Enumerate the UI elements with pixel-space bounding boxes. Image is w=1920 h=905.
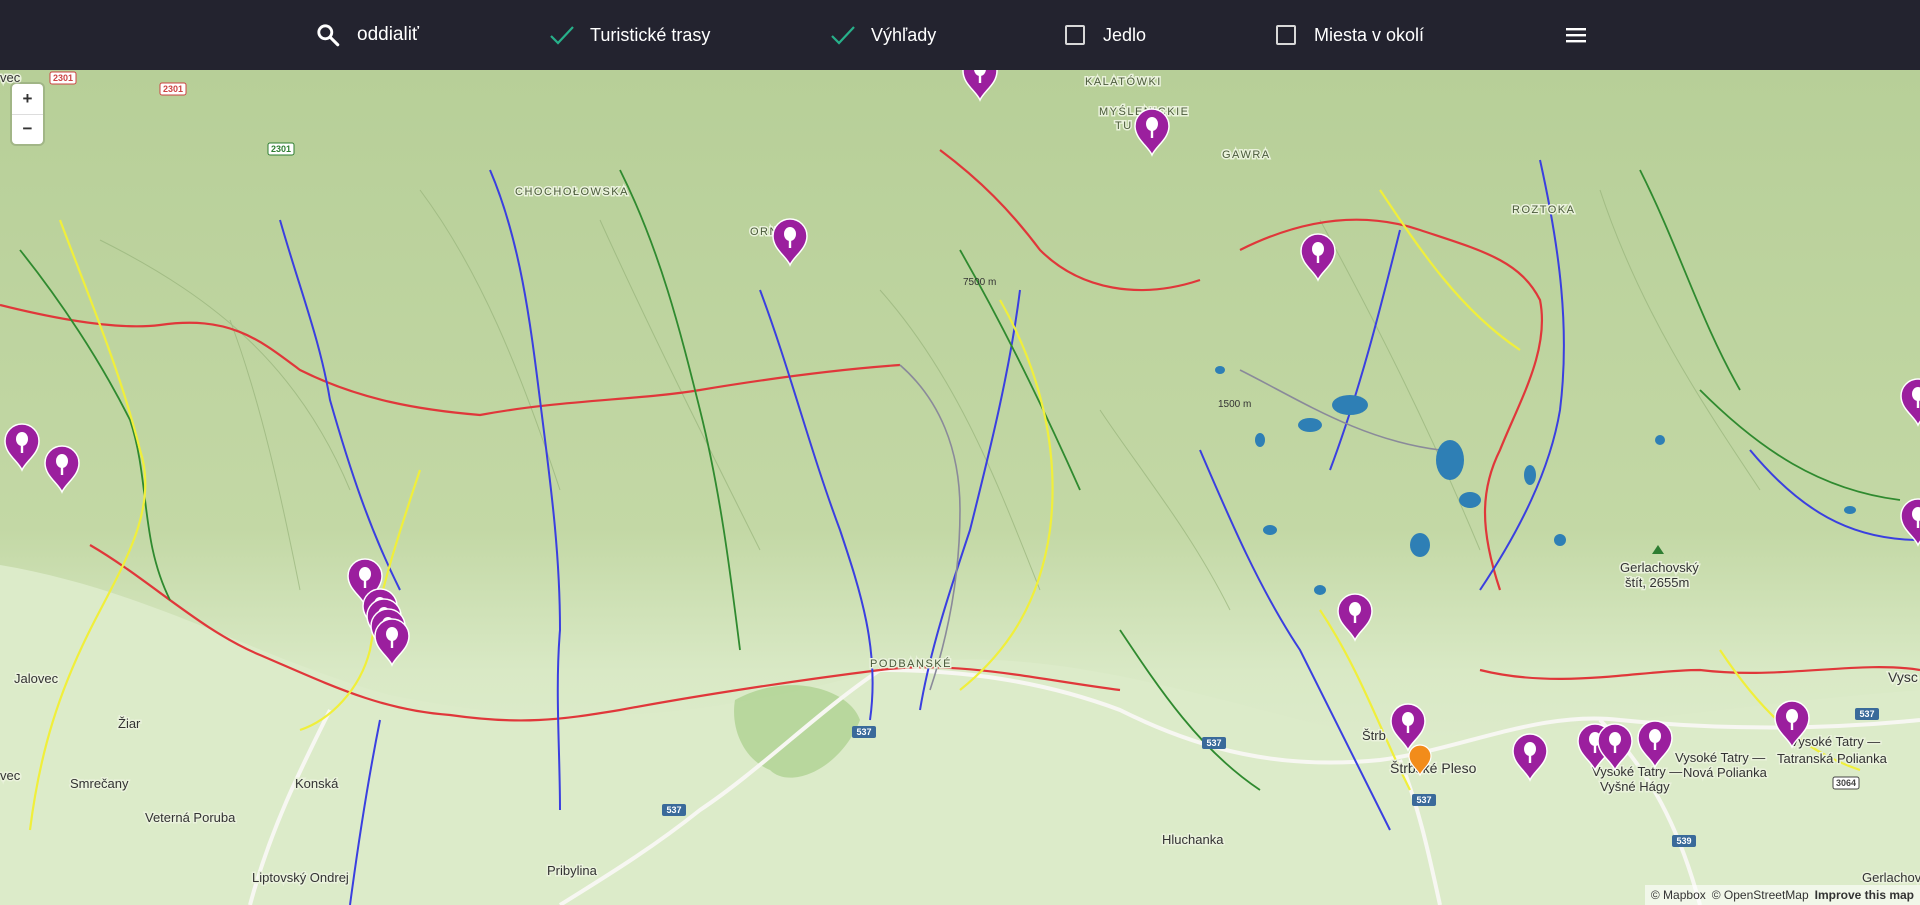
road-shield: 537 bbox=[852, 726, 876, 738]
svg-text:537: 537 bbox=[666, 805, 681, 815]
place-label: Nová Polianka bbox=[1683, 765, 1768, 780]
place-label: Gerlachovský bbox=[1620, 560, 1699, 575]
place-label: Jalovec bbox=[14, 671, 59, 686]
road-shield: 537 bbox=[662, 804, 686, 816]
svg-text:539: 539 bbox=[1676, 836, 1691, 846]
zoom-out-button[interactable]: − bbox=[12, 113, 43, 145]
improve-map-link[interactable]: Improve this map bbox=[1815, 888, 1914, 902]
road-shield: 537 bbox=[1855, 708, 1879, 720]
elevation-label: 7500 m bbox=[963, 277, 996, 288]
place-label: Smrečany bbox=[70, 776, 129, 791]
place-label: Veterná Poruba bbox=[145, 810, 236, 825]
place-label: TU bbox=[1115, 120, 1133, 132]
svg-text:3064: 3064 bbox=[1836, 778, 1856, 788]
place-label: vec bbox=[0, 768, 21, 783]
svg-text:537: 537 bbox=[856, 727, 871, 737]
menu-button[interactable] bbox=[1564, 0, 1588, 70]
place-label: Štrbské Pleso bbox=[1390, 760, 1477, 776]
road-shield: 2301 bbox=[49, 71, 77, 85]
filter-miesta-v-okoli[interactable]: Miesta v okolí bbox=[1276, 0, 1424, 70]
place-label: Gerlachov bbox=[1862, 870, 1920, 885]
filter-label: Jedlo bbox=[1103, 24, 1147, 45]
place-label: Žiar bbox=[118, 716, 141, 731]
search-box[interactable] bbox=[315, 0, 527, 70]
svg-text:537: 537 bbox=[1416, 795, 1431, 805]
road-shield: 537 bbox=[1412, 794, 1436, 806]
elevation-label: 1500 m bbox=[1218, 399, 1251, 410]
filter-label: Miesta v okolí bbox=[1314, 24, 1425, 45]
place-label: KALATÓWKI bbox=[1085, 75, 1162, 88]
road-shield: 2301 bbox=[159, 82, 187, 96]
checkmark-icon[interactable] bbox=[829, 21, 857, 49]
place-label: GAWRA bbox=[1222, 149, 1271, 161]
place-label: PODBANSKÉ bbox=[870, 657, 952, 670]
place-label: Vysc bbox=[1888, 669, 1918, 685]
place-label: ROZTOKA bbox=[1512, 204, 1575, 216]
road-shield: 539 bbox=[1672, 835, 1696, 847]
place-label: Hluchanka bbox=[1162, 832, 1224, 847]
place-label: CHOCHOŁOWSKA bbox=[515, 186, 629, 198]
svg-text:2301: 2301 bbox=[271, 144, 291, 154]
svg-text:537: 537 bbox=[1859, 709, 1874, 719]
filter-vyhlady[interactable]: Výhľady bbox=[829, 0, 936, 70]
place-label: Tatranská Polianka bbox=[1777, 751, 1888, 766]
place-label: Štrb bbox=[1362, 728, 1386, 743]
top-toolbar: Turistické trasy Výhľady Jedlo Miesta v … bbox=[0, 0, 1920, 70]
place-label: štít, 2655m bbox=[1625, 575, 1689, 590]
place-label: Konská bbox=[295, 776, 339, 791]
place-label: Vysoké Tatry — bbox=[1790, 734, 1880, 749]
place-label: Vyšné Hágy bbox=[1600, 779, 1670, 794]
mapbox-attribution-link[interactable]: © Mapbox bbox=[1651, 888, 1706, 902]
zoom-control: + − bbox=[12, 84, 43, 144]
map-canvas[interactable]: 7500 m 1500 m CHOCHOŁOWSKA KALATÓWKI MYŚ… bbox=[0, 70, 1920, 905]
checkbox-unchecked[interactable] bbox=[1276, 25, 1296, 45]
place-label: Vysoké Tatry — bbox=[1592, 764, 1682, 779]
hamburger-menu-icon[interactable] bbox=[1564, 23, 1588, 47]
filter-label: Výhľady bbox=[871, 24, 937, 45]
search-input[interactable] bbox=[357, 24, 527, 46]
road-shield: 537 bbox=[1202, 737, 1226, 749]
search-icon[interactable] bbox=[315, 22, 341, 48]
zoom-in-button[interactable]: + bbox=[12, 84, 43, 114]
place-label: vec bbox=[0, 70, 21, 85]
road-shield: 2301 bbox=[267, 142, 295, 156]
place-label: Vysoké Tatry — bbox=[1675, 750, 1765, 765]
road-shield: 3064 bbox=[1832, 776, 1860, 790]
map-attribution: © Mapbox © OpenStreetMap Improve this ma… bbox=[1644, 885, 1920, 905]
filter-jedlo[interactable]: Jedlo bbox=[1065, 0, 1146, 70]
osm-attribution-link[interactable]: © OpenStreetMap bbox=[1712, 888, 1809, 902]
checkbox-unchecked[interactable] bbox=[1065, 25, 1085, 45]
checkmark-icon[interactable] bbox=[548, 21, 576, 49]
filter-label: Turistické trasy bbox=[590, 24, 711, 45]
place-label: Liptovský Ondrej bbox=[252, 870, 349, 885]
svg-text:537: 537 bbox=[1206, 738, 1221, 748]
svg-text:2301: 2301 bbox=[163, 84, 183, 94]
svg-text:2301: 2301 bbox=[53, 73, 73, 83]
place-label: Pribylina bbox=[547, 863, 598, 878]
filter-turisticke-trasy[interactable]: Turistické trasy bbox=[548, 0, 710, 70]
